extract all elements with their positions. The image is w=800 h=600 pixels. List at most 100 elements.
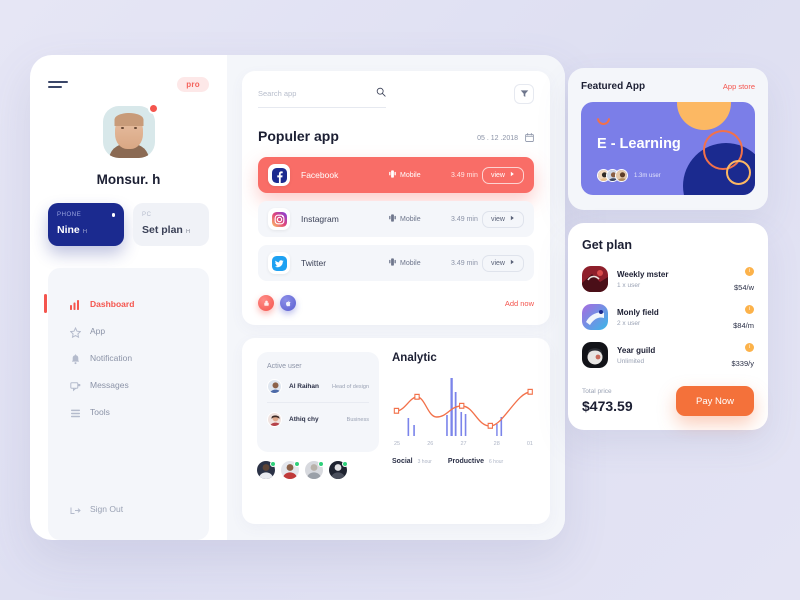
- list-item[interactable]: Al Raihan Head of design: [267, 370, 369, 403]
- app-time: 3.49 min: [451, 215, 478, 223]
- app-platform-label: Mobile: [400, 215, 421, 223]
- sidebar: pro Monsur. h PHONE Nine H PC Set plan H…: [30, 55, 227, 540]
- app-time: 3.49 min: [451, 259, 478, 267]
- search-box[interactable]: [258, 84, 386, 108]
- table-row[interactable]: Facebook Mobile 3.49 min view: [258, 157, 534, 193]
- app-store-link[interactable]: App store: [723, 82, 755, 91]
- logout-icon: [70, 503, 81, 514]
- list-item[interactable]: Weekly mster 1 x user i $54/w: [582, 266, 754, 292]
- online-indicator: [342, 461, 348, 467]
- yearly-plan-thumbnail: [582, 342, 608, 368]
- featured-banner[interactable]: E - Learning 1.3m user: [581, 102, 755, 195]
- avatar[interactable]: [329, 461, 348, 479]
- legend-item-social: Social 3 hour: [392, 458, 432, 465]
- phone-plan-value: Nine H: [57, 224, 115, 236]
- filter-button[interactable]: [514, 84, 534, 104]
- chevron-right-icon: [510, 259, 515, 267]
- monthly-plan-thumbnail: [582, 304, 608, 330]
- banner-users: 1.3m user: [597, 169, 661, 182]
- avatar[interactable]: [281, 461, 300, 479]
- view-button[interactable]: view: [481, 210, 524, 228]
- plan-price-block: i $54/w: [734, 266, 754, 292]
- plan-price: $84/m: [733, 320, 754, 330]
- add-now-link[interactable]: Add now: [505, 299, 534, 308]
- total-price-value: $473.59: [582, 398, 633, 414]
- list-item[interactable]: Year guild Unlimited i $339/y: [582, 342, 754, 368]
- hamburger-menu-icon[interactable]: [48, 81, 68, 88]
- view-button-label: view: [490, 171, 505, 179]
- pro-badge: pro: [177, 77, 209, 92]
- view-button[interactable]: view: [481, 166, 524, 184]
- filter-icon: [520, 85, 529, 103]
- small-ring-shape-icon: [726, 160, 751, 185]
- phone-plan-card[interactable]: PHONE Nine H: [48, 203, 124, 246]
- main-panel: pro Monsur. h PHONE Nine H PC Set plan H…: [30, 55, 565, 540]
- active-user-role: Business: [346, 416, 369, 423]
- chart-legend: Social 3 hour Productive 6 hour: [392, 458, 535, 465]
- table-row[interactable]: Twitter Mobile 3.49 min view: [258, 245, 534, 281]
- avatar: [267, 379, 282, 394]
- online-indicator: [270, 461, 276, 467]
- avatar[interactable]: [102, 103, 159, 158]
- profile-block: Monsur. h: [48, 103, 209, 187]
- chart-svg: [393, 378, 533, 436]
- popular-app-card: Populer app 05 . 12 .2018 Facebook: [242, 71, 550, 325]
- sidebar-item-dashboard[interactable]: Dashboard: [44, 290, 209, 317]
- table-row[interactable]: Instagram Mobile 3.49 min view: [258, 201, 534, 237]
- android-icon: [263, 294, 270, 312]
- android-store-button[interactable]: [258, 295, 274, 311]
- online-indicator: [318, 461, 324, 467]
- popular-header: Populer app 05 . 12 .2018: [258, 128, 534, 144]
- total-price-block: Total price $473.59: [582, 388, 633, 414]
- x-tick: 26: [427, 441, 434, 447]
- apple-store-button[interactable]: [280, 295, 296, 311]
- sidebar-item-app-label: App: [90, 325, 106, 336]
- chart-x-axis: 25 26 27 28 01: [392, 441, 535, 447]
- avatar: [267, 412, 282, 427]
- analytic-card: Active user Al Raihan Head of design Ath…: [242, 338, 550, 524]
- x-tick: 28: [493, 441, 500, 447]
- pc-plan-unit: H: [185, 229, 191, 235]
- app-list: Facebook Mobile 3.49 min view Instagram …: [258, 157, 534, 281]
- plan-info: Year guild Unlimited: [617, 346, 722, 365]
- plan-name: Year guild: [617, 345, 656, 355]
- app-platform-label: Mobile: [400, 259, 421, 267]
- view-button-label: view: [490, 259, 505, 267]
- legend-label: Social: [392, 458, 413, 465]
- sidebar-item-signout-label: Sign Out: [90, 503, 124, 514]
- info-badge-icon: i: [745, 304, 754, 314]
- chevron-right-icon: [510, 215, 515, 223]
- plan-price-block: i $339/y: [731, 342, 754, 368]
- list-item[interactable]: Athiq chy Business: [267, 403, 369, 435]
- search-icon[interactable]: [376, 84, 386, 102]
- app-footer: Add now: [258, 295, 534, 311]
- sidebar-item-tools-label: Tools: [90, 406, 110, 417]
- pay-now-button[interactable]: Pay Now: [675, 386, 754, 416]
- avatar[interactable]: [305, 461, 324, 479]
- sidebar-item-tools[interactable]: Tools: [48, 398, 209, 425]
- view-button[interactable]: view: [481, 254, 524, 272]
- phone-plan-unit: H: [82, 229, 88, 235]
- pc-plan-card[interactable]: PC Set plan H: [133, 203, 209, 246]
- analytic-chart: [392, 370, 535, 440]
- pay-row: Total price $473.59 Pay Now: [582, 386, 754, 416]
- mobile-icon: [389, 258, 396, 268]
- sidebar-item-messages[interactable]: Messages: [48, 371, 209, 398]
- date-display[interactable]: 05 . 12 .2018: [477, 133, 534, 144]
- app-platform-label: Mobile: [400, 171, 421, 179]
- apps-icon: [69, 325, 82, 339]
- sidebar-item-app[interactable]: App: [48, 317, 209, 344]
- sidebar-item-notification[interactable]: Notification: [48, 344, 209, 371]
- sun-shape-icon: [677, 102, 731, 130]
- active-user-column: Active user Al Raihan Head of design Ath…: [257, 352, 379, 510]
- sidebar-item-signout[interactable]: Sign Out: [48, 495, 209, 522]
- app-platform: Mobile: [389, 170, 451, 180]
- search-input[interactable]: [258, 88, 353, 98]
- info-badge-icon: i: [745, 342, 754, 352]
- avatar[interactable]: [257, 461, 276, 479]
- pc-plan-label: PC: [142, 212, 152, 218]
- calendar-icon[interactable]: [525, 133, 534, 144]
- right-column: Featured App App store E - Learning 1.3m…: [568, 68, 768, 430]
- plan-sub: 2 x user: [617, 319, 641, 327]
- list-item[interactable]: Monly field 2 x user i $84/m: [582, 304, 754, 330]
